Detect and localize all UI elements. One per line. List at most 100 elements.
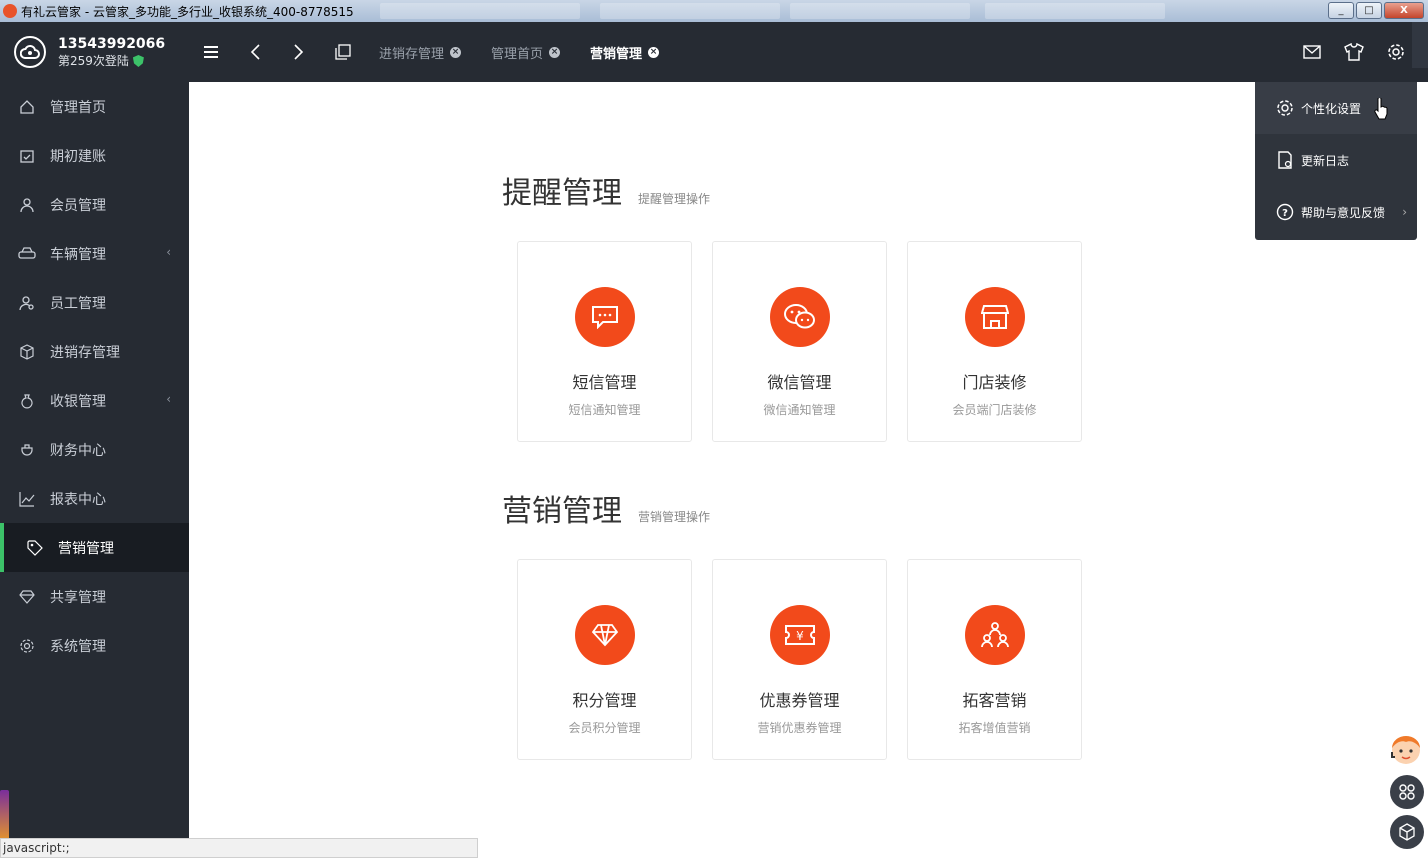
window-controls: _ □ X <box>1328 2 1424 19</box>
card-acquisition[interactable]: 拓客营销 拓客增值营销 <box>907 559 1082 760</box>
background-tab <box>600 3 780 19</box>
sidebar-item-label: 收银管理 <box>50 393 106 410</box>
close-tab-icon[interactable]: × <box>450 46 462 58</box>
coupon-icon: ¥ <box>769 605 830 665</box>
tab-inventory[interactable]: 进销存管理 × <box>379 43 462 62</box>
dropdown-item-help[interactable]: ? 帮助与意见反馈 › <box>1255 186 1417 238</box>
sidebar-item-inventory[interactable]: 进销存管理 <box>0 327 189 376</box>
tab-marketing[interactable]: 营销管理 × <box>590 43 660 62</box>
close-tab-icon[interactable]: × <box>549 46 561 58</box>
card-name: 优惠券管理 <box>759 691 840 710</box>
login-count: 第259次登陆 <box>58 53 165 69</box>
customer-service-avatar-icon[interactable] <box>1388 730 1424 766</box>
card-coupon[interactable]: ¥ 优惠券管理 营销优惠券管理 <box>712 559 887 760</box>
minimize-button[interactable]: _ <box>1328 2 1354 19</box>
card-name: 门店装修 <box>962 373 1027 392</box>
card-desc: 会员积分管理 <box>568 721 641 735</box>
scrollbar[interactable] <box>1412 22 1428 68</box>
card-name: 拓客营销 <box>962 691 1027 710</box>
diamond-icon <box>18 588 36 606</box>
sidebar-item-home[interactable]: 管理首页 <box>0 82 189 131</box>
section-reminder-header: 提醒管理 提醒管理操作 <box>502 168 710 212</box>
card-desc: 会员端门店装修 <box>952 403 1037 417</box>
box-icon <box>18 343 36 361</box>
back-arrow-icon[interactable] <box>233 22 277 82</box>
card-desc: 短信通知管理 <box>568 403 641 417</box>
top-navbar: 进销存管理 × 管理首页 × 营销管理 × <box>189 22 1428 82</box>
main-content: 提醒管理 提醒管理操作 短信管理 短信通知管理 微信管理 微信通知管理 门店装修… <box>189 82 1428 858</box>
svg-text:?: ? <box>1282 208 1288 219</box>
car-icon <box>18 245 36 263</box>
dropdown-item-label: 个性化设置 <box>1301 101 1362 116</box>
dropdown-item-changelog[interactable]: 更新日志 <box>1255 134 1417 186</box>
sidebar-item-opening[interactable]: 期初建账 <box>0 131 189 180</box>
help-icon: ? <box>1275 203 1295 221</box>
tab-label: 营销管理 <box>590 46 643 62</box>
sidebar: 13543992066 第259次登陆 管理首页 期初建账 会员管理 车辆管理 … <box>0 22 189 858</box>
sidebar-item-label: 系统管理 <box>50 638 106 655</box>
topbar-actions <box>1294 22 1414 82</box>
sidebar-item-members[interactable]: 会员管理 <box>0 180 189 229</box>
sidebar-item-label: 管理首页 <box>50 99 106 116</box>
card-name: 微信管理 <box>767 373 832 392</box>
staff-icon <box>18 294 36 312</box>
background-tab <box>985 3 1165 19</box>
background-tab <box>790 3 970 19</box>
card-sms[interactable]: 短信管理 短信通知管理 <box>517 241 692 442</box>
close-tab-icon[interactable]: × <box>648 46 660 58</box>
card-desc: 微信通知管理 <box>763 403 836 417</box>
sidebar-item-sharing[interactable]: 共享管理 <box>0 572 189 621</box>
chevron-left-icon: ‹ <box>166 245 171 259</box>
mail-icon[interactable] <box>1294 22 1330 82</box>
sidebar-item-system[interactable]: 系统管理 <box>0 621 189 670</box>
close-button[interactable]: X <box>1384 2 1424 19</box>
sidebar-item-finance[interactable]: 财务中心 <box>0 425 189 474</box>
store-icon <box>964 287 1025 347</box>
apps-grid-button[interactable] <box>1390 775 1424 809</box>
cloud-logo-icon <box>14 36 46 68</box>
sidebar-item-label: 共享管理 <box>50 589 106 606</box>
user-phone: 13543992066 <box>58 36 166 52</box>
svg-text:¥: ¥ <box>796 629 804 643</box>
forward-arrow-icon[interactable] <box>277 22 321 82</box>
money-bag-icon <box>18 392 36 410</box>
tab-label: 管理首页 <box>491 46 544 62</box>
sidebar-item-vehicles[interactable]: 车辆管理 ‹ <box>0 229 189 278</box>
section-title: 营销管理 <box>502 494 622 529</box>
gear-icon <box>1275 99 1295 117</box>
chevron-left-icon: ‹ <box>166 392 171 406</box>
card-store[interactable]: 门店装修 会员端门店装修 <box>907 241 1082 442</box>
hand-cursor-icon <box>1373 97 1389 124</box>
dropdown-item-label: 帮助与意见反馈 <box>1301 205 1386 220</box>
dropdown-item-personalize[interactable]: 个性化设置 <box>1255 82 1417 134</box>
diamond-icon <box>574 605 635 665</box>
window-title: 有礼云管家 - 云管家_多功能_多行业_收银系统_400-8778515 <box>21 4 354 19</box>
cube-button[interactable] <box>1390 815 1424 849</box>
card-points[interactable]: 积分管理 会员积分管理 <box>517 559 692 760</box>
sidebar-item-staff[interactable]: 员工管理 <box>0 278 189 327</box>
sidebar-item-label: 报表中心 <box>50 491 106 508</box>
maximize-button[interactable]: □ <box>1356 2 1382 19</box>
settings-gear-icon[interactable] <box>1378 22 1414 82</box>
calendar-icon <box>18 147 36 165</box>
sidebar-item-marketing[interactable]: 营销管理 <box>0 523 189 572</box>
login-count-text: 第259次登陆 <box>58 54 129 68</box>
wechat-icon <box>769 287 830 347</box>
card-wechat[interactable]: 微信管理 微信通知管理 <box>712 241 887 442</box>
gear-icon <box>18 637 36 655</box>
status-bar: javascript:; <box>0 838 478 858</box>
user-icon <box>18 196 36 214</box>
sidebar-item-cashier[interactable]: 收银管理 ‹ <box>0 376 189 425</box>
user-brand: 13543992066 第259次登陆 <box>0 22 189 82</box>
background-tab <box>380 3 580 19</box>
document-icon <box>1275 151 1295 169</box>
theme-shirt-icon[interactable] <box>1336 22 1372 82</box>
sidebar-item-reports[interactable]: 报表中心 <box>0 474 189 523</box>
copy-tabs-icon[interactable] <box>321 22 365 82</box>
people-icon <box>964 605 1025 665</box>
section-subtitle: 营销管理操作 <box>638 510 711 524</box>
sidebar-item-label: 期初建账 <box>50 148 106 165</box>
card-name: 短信管理 <box>572 373 637 392</box>
tab-home[interactable]: 管理首页 × <box>491 43 561 62</box>
menu-toggle-icon[interactable] <box>189 22 233 82</box>
